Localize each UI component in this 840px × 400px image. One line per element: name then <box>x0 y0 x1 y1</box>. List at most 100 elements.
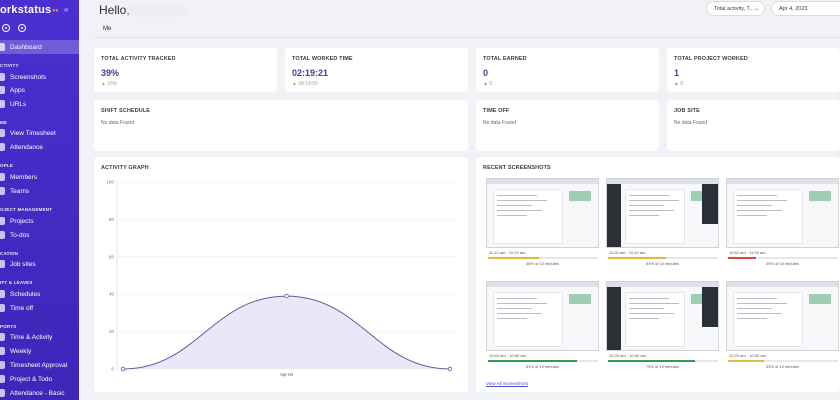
screenshot-image[interactable] <box>726 281 839 351</box>
screenshot-time: 10:50 am - 11:00 am <box>729 250 766 255</box>
activity-graph-card: ACTIVITY GRAPH 0 20 40 60 80 100 Apr 04 <box>94 157 468 392</box>
y-tick-label: 100 <box>106 180 114 185</box>
sidebar-item-urls[interactable]: URLs <box>0 97 79 111</box>
activity-progress-bar <box>488 257 598 259</box>
section-time: ME <box>0 120 8 125</box>
screenshot-thumbnail[interactable]: 11:00 am - 11:10 am 53% of 10 minutes <box>606 178 719 266</box>
screenshot-time: 11:10 am - 11:19 am <box>489 250 526 255</box>
chevron-down-icon: ⌄ <box>753 6 759 12</box>
week-icon <box>0 347 5 355</box>
collapse-sidebar-icon[interactable]: « <box>64 5 68 14</box>
apps-icon <box>0 86 5 94</box>
empty-state: No data Found <box>674 120 708 126</box>
screenshot-image[interactable] <box>726 178 839 248</box>
sidebar-item-projects[interactable]: Projects <box>0 214 79 228</box>
timeoff-icon <box>0 304 5 312</box>
tab-bar <box>94 18 840 38</box>
y-tick-label: 40 <box>109 292 115 297</box>
activity-progress-bar <box>608 360 718 362</box>
activity-point <box>447 366 453 372</box>
greeting: Hello, <box>99 3 130 17</box>
sidebar-item-time-activity[interactable]: Time & Activity <box>0 330 79 344</box>
activity-area <box>123 296 450 369</box>
card-title: JOB SITE <box>674 108 700 114</box>
stat-value: 1 <box>674 68 680 78</box>
sidebar-item-job-sites[interactable]: Job sites <box>0 257 79 271</box>
screenshot-thumbnail[interactable]: 10:30 am - 10:40 am 79% of 10 minutes <box>606 281 719 369</box>
screenshot-image[interactable] <box>486 178 599 248</box>
card-title: SHIFT SCHEDULE <box>101 108 151 114</box>
screenshot-thumbnail[interactable]: 10:40 am - 10:50 am 81% of 10 minutes <box>486 281 599 369</box>
x-tick-label: Apr 04 <box>280 372 294 377</box>
section-location: CATION <box>0 251 19 256</box>
sidebar-item-schedules[interactable]: Schedules <box>0 287 79 301</box>
stat-delta: ▲ 16% <box>101 81 118 87</box>
sidebar-item-view-timesheet[interactable]: View Timesheet <box>0 126 79 140</box>
sidebar: orkstatus•• « Dashboard CTIVITY Screensh… <box>0 0 79 400</box>
team-icon <box>0 187 5 195</box>
sidebar-item-to-dos[interactable]: To-dos <box>0 228 79 242</box>
folder-icon <box>0 217 5 225</box>
sidebar-item-weekly[interactable]: Weekly <box>0 344 79 358</box>
screenshot-activity-percent: 33% of 10 minutes <box>765 364 800 369</box>
tab-me[interactable]: Me <box>97 24 117 34</box>
sidebar-item-time-off[interactable]: Time off <box>0 301 79 315</box>
stat-title: TOTAL WORKED TIME <box>292 56 353 62</box>
activity-filter-dropdown[interactable]: Total activity, T... ⌄ <box>706 1 765 16</box>
stat-card-project-worked: TOTAL PROJECT WORKED 1 ▲ 0 <box>667 48 840 92</box>
report-icon <box>0 375 5 383</box>
clock-icon <box>0 129 5 137</box>
attendance-icon <box>0 389 5 397</box>
schedule-icon <box>0 290 5 298</box>
screenshot-time: 10:30 am - 10:40 am <box>609 353 646 358</box>
check-icon <box>0 231 5 239</box>
card-title: TIME OFF <box>483 108 510 114</box>
activity-icon <box>0 333 5 341</box>
sidebar-item-attendance[interactable]: Attendance <box>0 140 79 154</box>
user-icon <box>0 173 5 181</box>
screenshot-image[interactable] <box>606 178 719 248</box>
screenshot-activity-percent: 25% of 10 minutes <box>765 261 800 266</box>
calendar-icon <box>0 143 5 151</box>
date-picker[interactable]: Apr 4, 2023 <box>771 1 840 16</box>
stat-delta: ▲ 0 <box>483 81 493 87</box>
stat-delta: ▲ 08:14:50 <box>292 81 318 87</box>
sidebar-item-attendance-basic[interactable]: Attendance - Basic <box>0 386 79 400</box>
screenshot-thumbnail[interactable]: 11:10 am - 11:19 am 46% of 10 minutes <box>486 178 599 266</box>
user-name-redacted <box>128 5 186 16</box>
screenshot-time: 10:20 am - 10:30 am <box>729 353 766 358</box>
app-logo[interactable]: orkstatus•• <box>0 4 58 16</box>
activity-point <box>284 293 289 299</box>
activity-progress-bar <box>728 257 838 259</box>
view-all-screenshots-link[interactable]: View All Screenshots <box>486 381 528 386</box>
sidebar-item-dashboard[interactable]: Dashboard <box>0 40 79 54</box>
section-people: OPLE <box>0 163 14 168</box>
activity-graph-chart: 0 20 40 60 80 100 Apr 04 <box>106 180 456 377</box>
sidebar-item-project-todo[interactable]: Project & Todo <box>0 372 79 386</box>
shift-schedule-card: SHIFT SCHEDULE No data Found <box>94 100 468 151</box>
time-off-card: TIME OFF No data Found <box>476 100 659 151</box>
stat-card-earned: TOTAL EARNED 0 ▲ 0 <box>476 48 659 92</box>
sidebar-item-members[interactable]: Members <box>0 170 79 184</box>
screenshot-time: 10:40 am - 10:50 am <box>489 353 526 358</box>
gear-icon[interactable] <box>2 24 10 32</box>
screenshot-image[interactable] <box>606 281 719 351</box>
stat-value: 39% <box>101 68 120 78</box>
sidebar-item-timesheet-approval[interactable]: Timesheet Approval <box>0 358 79 372</box>
settings-icon[interactable] <box>18 24 26 32</box>
stat-card-activity: TOTAL ACTIVITY TRACKED 39% ▲ 16% <box>94 48 277 92</box>
activity-progress-bar <box>728 360 838 362</box>
sidebar-item-teams[interactable]: Teams <box>0 184 79 198</box>
approval-icon <box>0 361 5 369</box>
section-activity: CTIVITY <box>0 63 19 68</box>
section-project-management: OJECT MANAGEMENT <box>0 207 53 212</box>
y-tick-label: 80 <box>109 217 115 222</box>
sidebar-item-apps[interactable]: Apps <box>0 83 79 97</box>
screenshot-thumbnail[interactable]: 10:50 am - 11:00 am 25% of 10 minutes <box>726 178 839 266</box>
screenshot-image[interactable] <box>486 281 599 351</box>
y-tick-label: 20 <box>109 329 115 334</box>
screenshot-thumbnail[interactable]: 10:20 am - 10:30 am 33% of 10 minutes <box>726 281 839 369</box>
sidebar-item-screenshots[interactable]: Screenshots <box>0 70 79 84</box>
pin-icon <box>0 260 5 268</box>
section-shift-leaves: IFT & LEAVES <box>0 280 33 285</box>
